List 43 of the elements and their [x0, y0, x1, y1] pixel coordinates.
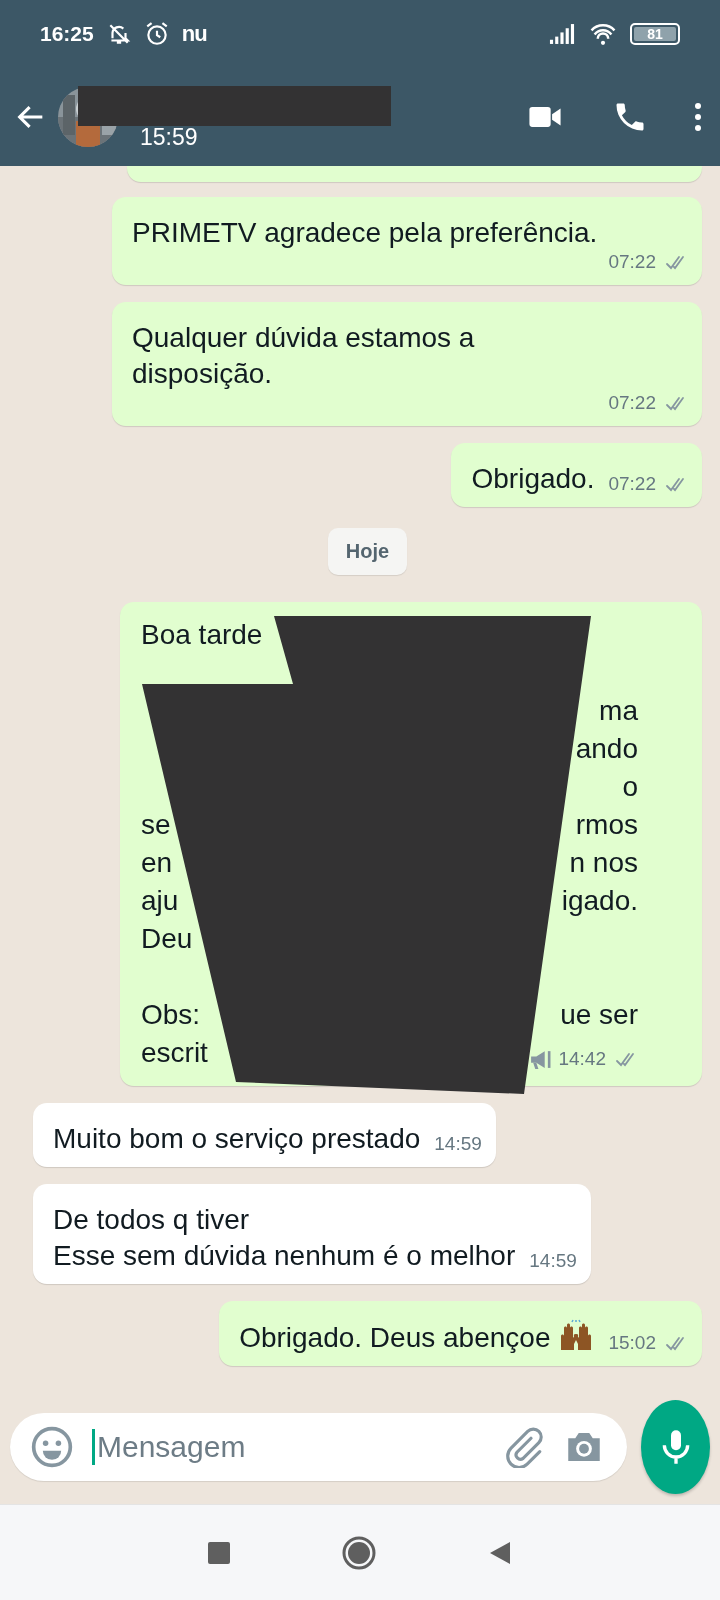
message-text: Obrigado. Deus abençoe [239, 1317, 595, 1356]
message-time: 07:22 [608, 392, 656, 414]
home-icon[interactable] [342, 1535, 376, 1570]
message-text: De todos q tiver Esse sem dúvida nenhum é o melhor [53, 1203, 516, 1273]
message-time: 14:59 [434, 1133, 482, 1155]
message-text: Muito bom o serviço prestado [53, 1122, 421, 1156]
message-text: Qualquer dúvida estamos a disposição. [132, 321, 476, 391]
message-time: 07:22 [608, 473, 656, 495]
wifi-icon [588, 22, 618, 46]
message-text-fragment: o [622, 770, 638, 804]
message-input-field[interactable]: Mensagem [10, 1413, 627, 1481]
clock-time: 16:25 [40, 22, 94, 46]
more-options-icon[interactable] [694, 102, 702, 132]
message-text-fragment: aju [141, 884, 179, 918]
message-text-fragment: ue ser [560, 998, 638, 1032]
last-seen-text: 15:59 [140, 123, 198, 151]
message-text-fragment: n nos [569, 846, 638, 880]
signal-icon [548, 23, 576, 45]
back-icon[interactable] [488, 1539, 512, 1566]
message-time: 14:59 [529, 1250, 577, 1272]
message-text-fragment: igado. [561, 884, 638, 918]
microphone-button[interactable] [641, 1400, 710, 1494]
message-text-fragment: Obs: [141, 998, 201, 1032]
message-text: Obrigado. [471, 462, 595, 496]
message-text-fragment: rmos [575, 808, 638, 842]
app-logo: nu [181, 21, 207, 47]
message-input[interactable]: Mensagem [92, 1429, 485, 1465]
message-text-fragment: Boa tarde [141, 618, 263, 652]
recent-apps-icon[interactable] [208, 1541, 230, 1564]
message-time: 14:42 [558, 1048, 606, 1070]
message-text-fragment: escrit [141, 1036, 208, 1070]
message-time: 15:02 [608, 1332, 656, 1354]
date-chip: Hoje [327, 528, 408, 575]
message-time: 07:22 [608, 251, 656, 273]
message-text-fragment: ma [599, 694, 638, 728]
message-text: PRIMETV agradece pela preferência. [132, 216, 598, 250]
message-text-fragment: ando [575, 732, 638, 766]
message-text-fragment: en [141, 846, 173, 880]
message-text-fragment: se [141, 808, 171, 842]
paperclip-icon[interactable] [503, 1426, 545, 1468]
message-text-fragment: Deu [141, 922, 193, 956]
battery-indicator: 81 [630, 23, 680, 45]
emoji-icon[interactable] [30, 1425, 74, 1469]
